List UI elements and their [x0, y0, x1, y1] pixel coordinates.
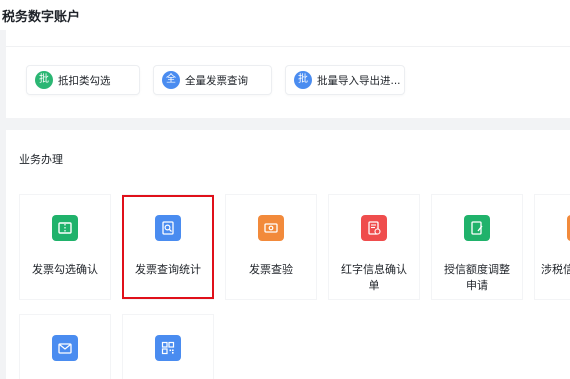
quick-action-label: 批量导入导出进...	[317, 74, 401, 87]
card-invoice-verify[interactable]: 发票查验	[226, 195, 316, 299]
card-mail[interactable]	[20, 315, 110, 379]
quick-action-label: 抵扣类勾选	[58, 74, 111, 87]
card-label: 涉税信	[541, 263, 570, 276]
card-credit-adjust[interactable]: 授信额度调整申请	[432, 195, 522, 299]
ticket-check-icon	[52, 215, 78, 241]
qr-code-icon	[155, 335, 181, 361]
quick-action-deduction-select[interactable]: 批 抵扣类勾选	[26, 65, 140, 95]
card-tax-related[interactable]: 涉税信	[535, 195, 570, 299]
quick-actions-panel: 批 抵扣类勾选 全 全量发票查询 批 批量导入导出进...	[6, 30, 570, 118]
batch-import-icon: 批	[294, 71, 312, 89]
page-title: 税务数字账户	[2, 10, 81, 25]
mail-icon	[52, 335, 78, 361]
divider	[6, 46, 570, 47]
card-qr-code[interactable]	[123, 315, 213, 379]
quick-action-batch-import-export[interactable]: 批 批量导入导出进...	[285, 65, 405, 95]
card-label: 授信额度调整申请	[444, 263, 510, 292]
card-invoice-selection-confirm[interactable]: 发票勾选确认	[20, 195, 110, 299]
section-title: 业务办理	[19, 153, 63, 166]
batch-check-icon: 批	[35, 71, 53, 89]
credit-adjust-icon	[464, 215, 490, 241]
quick-action-full-invoice-query[interactable]: 全 全量发票查询	[153, 65, 272, 95]
card-label: 红字信息确认单	[341, 263, 407, 292]
red-letter-icon	[361, 215, 387, 241]
all-invoices-icon: 全	[162, 71, 180, 89]
invoice-verify-icon	[258, 215, 284, 241]
page-header: 税务数字账户	[0, 0, 570, 30]
card-red-letter-confirm[interactable]: 红字信息确认单	[329, 195, 419, 299]
quick-action-label: 全量发票查询	[185, 74, 248, 87]
card-label: 发票查验	[249, 263, 293, 276]
highlight-annotation-box	[122, 195, 214, 299]
card-label: 发票勾选确认	[32, 263, 98, 276]
